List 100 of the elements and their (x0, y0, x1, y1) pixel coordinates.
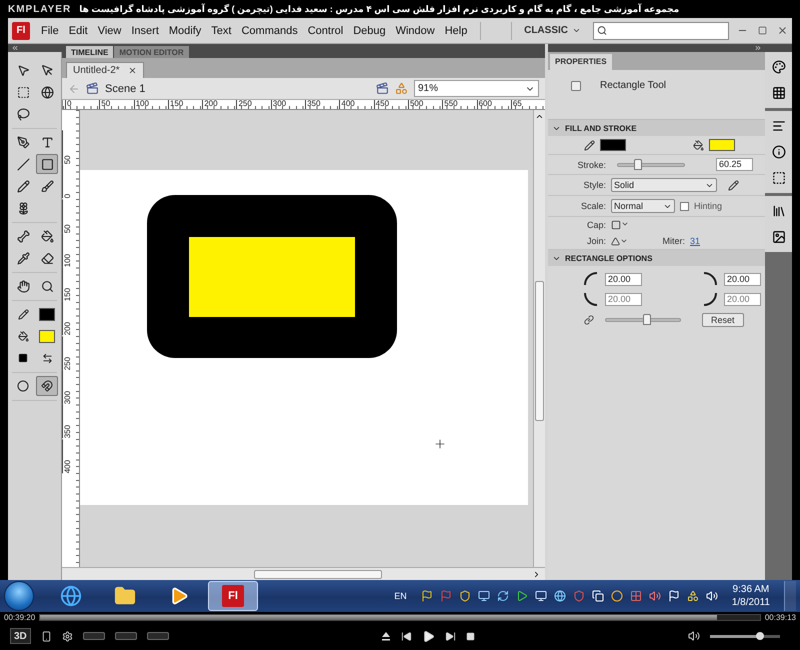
lasso-icon (16, 108, 30, 120)
properties-tab[interactable]: PROPERTIES (550, 54, 612, 70)
codec-badge (114, 632, 137, 640)
clapperboard-icon[interactable] (376, 82, 389, 95)
swap-arrows-icon (42, 352, 52, 364)
circle-icon[interactable] (610, 590, 623, 602)
collapse-icon[interactable] (754, 44, 762, 52)
clock-time[interactable]: 9:36 AM (732, 583, 770, 596)
monitor-icon[interactable] (534, 590, 547, 602)
fill-color-swatch[interactable] (709, 139, 735, 151)
zoom-dropdown[interactable]: 91% (414, 80, 539, 97)
slider-thumb[interactable] (642, 314, 651, 325)
corner-radius-input[interactable]: 20.00 (605, 272, 642, 286)
speaker-icon[interactable] (706, 590, 718, 602)
cap-dropdown[interactable] (611, 220, 629, 230)
menu-item[interactable]: Edit (64, 22, 93, 38)
scrollbar-thumb[interactable] (535, 281, 544, 421)
monitor-icon[interactable] (478, 590, 490, 602)
menu-item[interactable]: Insert (126, 22, 164, 38)
codec-badge (146, 632, 169, 640)
shield-icon[interactable] (572, 590, 585, 602)
slider-thumb[interactable] (634, 158, 642, 170)
menu-item[interactable]: File (36, 22, 64, 38)
style-dropdown[interactable]: Solid (611, 178, 717, 192)
vertical-scrollbar[interactable] (533, 110, 545, 567)
corner-arc-icon (703, 292, 717, 306)
transform-icon (16, 86, 30, 98)
eject-icon[interactable] (381, 631, 392, 641)
volume-knob[interactable] (756, 632, 764, 640)
grid-icon[interactable] (772, 86, 786, 100)
scale-dropdown[interactable]: Normal (611, 199, 675, 213)
menu-item[interactable]: Control (302, 22, 348, 38)
ruler-label: 200 (62, 301, 79, 336)
seek-bar[interactable] (39, 614, 761, 620)
palette-icon[interactable] (772, 60, 786, 74)
document-tab[interactable]: Untitled-2* (66, 62, 144, 78)
shield-icon[interactable] (458, 590, 471, 602)
volume-slider[interactable] (710, 634, 780, 638)
clock-date[interactable]: 1/8/2011 (732, 596, 770, 609)
globe-icon[interactable] (554, 590, 566, 602)
next-icon[interactable] (445, 630, 456, 642)
workspace-dropdown[interactable]: CLASSIC (520, 23, 585, 38)
menu-item[interactable]: Text (206, 22, 236, 38)
refresh-icon[interactable] (496, 590, 509, 602)
search-field[interactable] (593, 22, 729, 40)
collapse-icon[interactable] (11, 44, 19, 52)
menu-item[interactable]: Commands (236, 22, 303, 38)
codec-badge (82, 632, 105, 640)
corner-radius-input[interactable]: 20.00 (724, 292, 761, 306)
stop-icon[interactable] (466, 632, 476, 640)
flag-icon[interactable] (420, 590, 433, 602)
bone-icon (16, 230, 30, 242)
flash-app-button[interactable]: Fl (208, 581, 258, 611)
corner-radius-input[interactable]: 20.00 (724, 272, 761, 286)
menu-item[interactable]: Debug (348, 22, 391, 38)
play-icon[interactable] (516, 590, 528, 602)
menu-item[interactable]: Window (390, 22, 440, 38)
hinting-checkbox[interactable] (680, 202, 689, 210)
transform-icon[interactable] (772, 171, 786, 185)
horizontal-scrollbar[interactable] (62, 567, 545, 580)
previous-icon[interactable] (401, 630, 412, 642)
start-button[interactable] (4, 581, 34, 611)
link-icon[interactable] (584, 315, 594, 325)
info-icon[interactable] (772, 145, 786, 159)
rectangle-tool-button[interactable] (36, 154, 58, 174)
copy-icon[interactable] (592, 590, 604, 602)
eyedropper-icon (16, 252, 30, 264)
join-dropdown[interactable] (611, 236, 628, 246)
ruler-label: 400 (62, 438, 79, 473)
menu-item[interactable]: View (92, 22, 126, 38)
play-icon[interactable] (422, 630, 436, 642)
maximize-icon[interactable] (758, 26, 767, 35)
language-indicator[interactable]: EN (394, 591, 407, 601)
section-header[interactable]: FILL AND STROKE (548, 120, 765, 136)
corner-radius-input[interactable]: 20.00 (605, 292, 642, 306)
show-desktop-button[interactable] (784, 581, 796, 611)
reset-button[interactable]: Reset (702, 313, 744, 327)
app-logo: Fl (12, 22, 30, 40)
scrollbar-thumb[interactable] (254, 570, 382, 578)
shapes-icon[interactable] (686, 590, 699, 602)
miter-value[interactable]: 31 (690, 236, 700, 246)
stroke-input[interactable]: 60.25 (716, 158, 753, 171)
close-icon[interactable] (777, 25, 788, 36)
pencil-icon[interactable] (728, 180, 739, 190)
menu-item[interactable]: Modify (164, 22, 206, 38)
library-icon[interactable] (772, 204, 786, 218)
caret-icon (572, 26, 581, 35)
align-icon[interactable] (772, 119, 786, 133)
image-icon[interactable] (772, 230, 786, 244)
section-header[interactable]: RECTANGLE OPTIONS (548, 250, 765, 266)
menu-item[interactable]: Help (440, 22, 472, 38)
settings-icon[interactable] (62, 630, 73, 642)
3d-mode-button[interactable]: 3D (10, 628, 31, 644)
magnet-icon (41, 380, 53, 392)
magnet-option-button[interactable] (36, 376, 58, 396)
volume-icon[interactable] (688, 630, 700, 642)
panel-tab[interactable]: TIMELINE (66, 46, 114, 58)
phone-icon[interactable] (40, 630, 52, 642)
stroke-color-swatch[interactable] (600, 139, 626, 151)
close-icon[interactable] (128, 66, 137, 75)
